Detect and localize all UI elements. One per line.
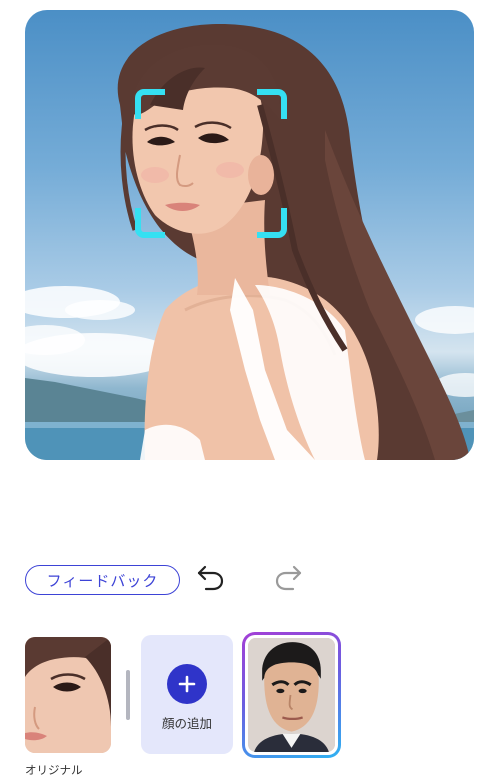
feedback-button[interactable]: フィードバック xyxy=(25,565,180,595)
face-frame-top-left-corner xyxy=(135,89,165,119)
redo-button[interactable] xyxy=(270,559,306,595)
face-strip-divider xyxy=(126,670,130,720)
portrait-illustration xyxy=(25,24,474,460)
undo-button[interactable] xyxy=(193,559,229,595)
main-photo xyxy=(25,10,474,460)
original-face-thumbnail[interactable] xyxy=(25,637,111,753)
selected-face-image xyxy=(248,638,335,752)
add-face-label: 顔の追加 xyxy=(161,716,212,731)
add-face-button[interactable]: 顔の追加 xyxy=(141,635,233,754)
plus-icon xyxy=(167,664,207,704)
original-face-image xyxy=(25,637,111,753)
selected-face-thumbnail[interactable] xyxy=(242,632,341,758)
face-frame-bottom-right-corner xyxy=(257,208,287,238)
original-label: オリジナル xyxy=(25,763,83,777)
face-frame-bottom-left-corner xyxy=(135,208,165,238)
undo-arrow-icon xyxy=(197,565,224,591)
redo-arrow-icon xyxy=(275,565,302,591)
face-frame-top-right-corner xyxy=(257,89,287,119)
